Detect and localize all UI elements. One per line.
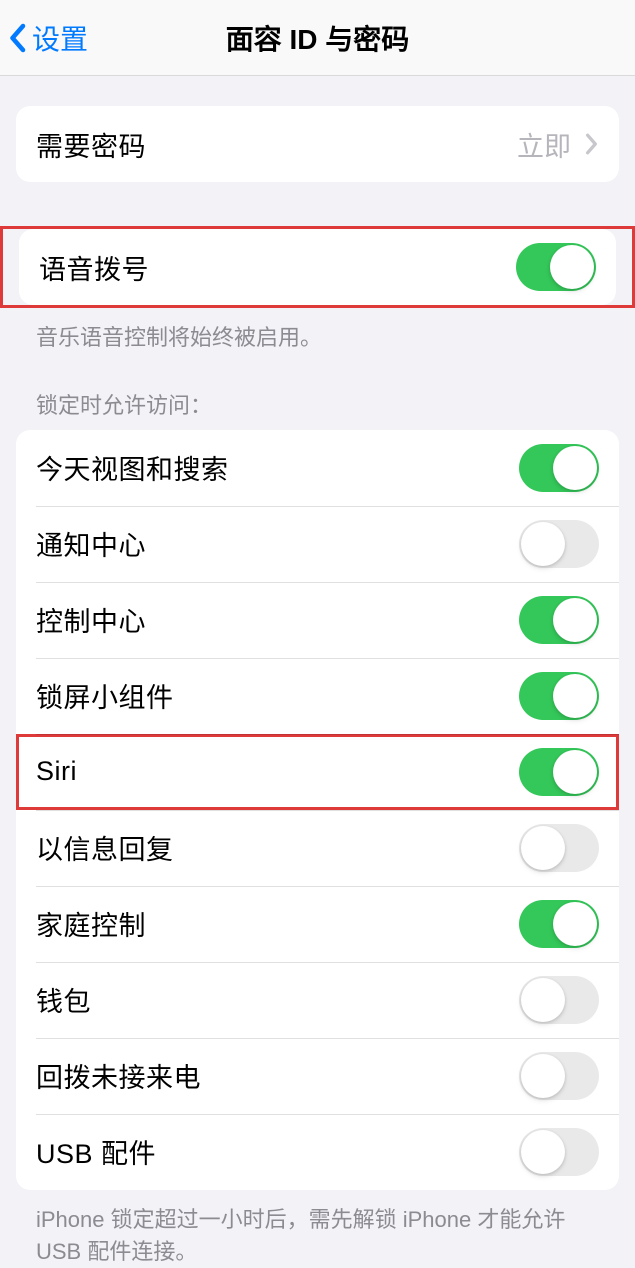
locked-access-row: 回拨未接来电 (16, 1038, 619, 1114)
locked-access-label: 钱包 (36, 980, 91, 1019)
locked-access-toggle[interactable] (519, 1128, 599, 1176)
locked-access-row: 钱包 (16, 962, 619, 1038)
toggle-knob (521, 978, 565, 1022)
locked-access-footer: iPhone 锁定超过一小时后，需先解锁 iPhone 才能允许USB 配件连接… (16, 1190, 619, 1268)
locked-access-row: USB 配件 (16, 1114, 619, 1190)
toggle-knob (553, 598, 597, 642)
voice-dial-label: 语音拨号 (39, 248, 149, 287)
locked-access-label: 通知中心 (36, 524, 146, 563)
locked-access-card: 今天视图和搜索通知中心控制中心锁屏小组件 Siri 以信息回复家庭控制钱包回拨未接来… (16, 430, 619, 1190)
locked-access-label: 回拨未接来电 (36, 1056, 201, 1095)
toggle-knob (553, 674, 597, 718)
toggle-knob (550, 245, 594, 289)
back-label: 设置 (32, 18, 88, 58)
toggle-knob (521, 1130, 565, 1174)
require-passcode-value: 立即 (517, 125, 571, 164)
chevron-right-icon (585, 133, 599, 155)
navigation-bar: 设置 面容 ID 与密码 (0, 0, 635, 76)
locked-access-label: 今天视图和搜索 (36, 448, 229, 487)
voice-dial-footer: 音乐语音控制将始终被启用。 (16, 308, 619, 354)
toggle-knob (553, 750, 597, 794)
chevron-left-icon (8, 23, 26, 53)
locked-access-toggle[interactable] (519, 748, 599, 796)
locked-access-toggle[interactable] (519, 596, 599, 644)
locked-access-toggle[interactable] (519, 520, 599, 568)
locked-access-label: Siri (36, 756, 77, 787)
locked-access-toggle[interactable] (519, 824, 599, 872)
voice-dial-row: 语音拨号 (19, 229, 616, 305)
locked-access-row: Siri (16, 734, 619, 810)
locked-access-toggle[interactable] (519, 900, 599, 948)
locked-access-label: 家庭控制 (36, 904, 146, 943)
locked-access-toggle[interactable] (519, 1052, 599, 1100)
toggle-knob (521, 826, 565, 870)
toggle-knob (521, 522, 565, 566)
locked-access-row: 锁屏小组件 (16, 658, 619, 734)
voice-dial-card: 语音拨号 (19, 229, 616, 305)
require-passcode-label: 需要密码 (36, 125, 146, 164)
locked-access-toggle[interactable] (519, 976, 599, 1024)
voice-dial-toggle[interactable] (516, 243, 596, 291)
locked-access-row: 控制中心 (16, 582, 619, 658)
locked-access-row: 以信息回复 (16, 810, 619, 886)
locked-access-label: USB 配件 (36, 1132, 156, 1171)
locked-access-row: 通知中心 (16, 506, 619, 582)
locked-access-label: 锁屏小组件 (36, 676, 174, 715)
require-passcode-card: 需要密码 立即 (16, 106, 619, 182)
require-passcode-row[interactable]: 需要密码 立即 (16, 106, 619, 182)
locked-access-toggle[interactable] (519, 444, 599, 492)
toggle-knob (553, 446, 597, 490)
locked-access-row: 家庭控制 (16, 886, 619, 962)
locked-access-header: 锁定时允许访问： (16, 388, 619, 430)
toggle-knob (553, 902, 597, 946)
locked-access-toggle[interactable] (519, 672, 599, 720)
page-title: 面容 ID 与密码 (226, 18, 410, 58)
locked-access-row: 今天视图和搜索 (16, 430, 619, 506)
toggle-knob (521, 1054, 565, 1098)
back-button[interactable]: 设置 (8, 18, 88, 58)
locked-access-label: 以信息回复 (36, 828, 174, 867)
require-passcode-detail: 立即 (517, 125, 599, 164)
locked-access-label: 控制中心 (36, 600, 146, 639)
voice-dial-highlight: 语音拨号 (0, 226, 635, 308)
